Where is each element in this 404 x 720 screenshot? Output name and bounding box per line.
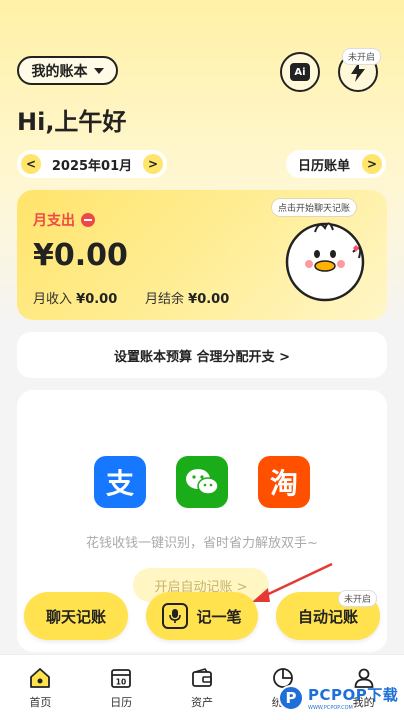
microphone-icon: [162, 603, 189, 629]
expense-label: 月支出: [33, 210, 95, 230]
wechat-icon: [176, 456, 228, 508]
svg-text:10: 10: [116, 677, 126, 686]
budget-setup-button[interactable]: 设置账本预算 合理分配开支 >: [17, 332, 387, 378]
caret-down-icon: [93, 67, 104, 74]
taobao-icon: 淘: [258, 456, 310, 508]
taobao-glyph: 淘: [269, 467, 298, 500]
chevron-right-icon: >: [362, 154, 382, 174]
auto-status-badge: 未开启: [342, 48, 382, 65]
balance-label: 月结余: [145, 292, 185, 307]
auto-record-status-badge: 未开启: [338, 590, 378, 607]
greeting-title: Hi,上午好: [17, 108, 127, 136]
calendar-bill-button[interactable]: 日历账单 >: [286, 150, 386, 178]
book-selector-button[interactable]: 我的账本: [17, 56, 118, 85]
prev-month-button[interactable]: <: [21, 154, 41, 174]
calendar-icon: 10: [111, 668, 132, 688]
alipay-glyph: 支: [105, 467, 134, 500]
home-icon: [30, 667, 51, 688]
nav-label-assets: 资产: [190, 695, 213, 709]
quick-record-label: 记一笔: [196, 607, 242, 626]
book-selector-label: 我的账本: [31, 63, 88, 80]
expense-label-text: 月支出: [33, 213, 75, 229]
monthly-stats-card[interactable]: 月支出 ¥0.00 月收入 ¥0.00 月结余 ¥0.00 点击开始聊天记账: [17, 190, 387, 320]
quick-record-button[interactable]: 记一笔: [146, 592, 258, 640]
nav-item-calendar[interactable]: 10 日历: [81, 655, 162, 720]
minus-icon: [81, 213, 95, 227]
watermark-text-group: PCPOP下载 WWW.PCPOP.COM: [308, 684, 398, 711]
month-switcher: < 2025年01月 >: [17, 150, 167, 178]
income-value: ¥0.00: [76, 292, 118, 307]
expense-amount: ¥0.00: [33, 238, 128, 273]
watermark-sub: WWW.PCPOP.COM: [308, 705, 353, 711]
nav-label-home: 首页: [29, 695, 52, 709]
calendar-bill-label: 日历账单: [298, 158, 351, 174]
duck-mascot-icon[interactable]: [279, 212, 371, 304]
income-stat: 月收入 ¥0.00: [33, 288, 117, 307]
auto-record-tagline: 花钱收钱一键识别，省时省力解放双手~: [86, 536, 318, 551]
current-month[interactable]: 2025年01月: [52, 155, 132, 174]
watermark-text: PCPOP下载: [308, 686, 399, 704]
nav-item-home[interactable]: 首页: [0, 655, 81, 720]
ai-icon: Ai: [290, 63, 310, 81]
nav-label-calendar: 日历: [110, 695, 133, 709]
wechat-bubbles-icon: [186, 469, 219, 495]
next-month-button[interactable]: >: [143, 154, 163, 174]
alipay-icon: 支: [94, 456, 146, 508]
wallet-icon: [192, 667, 212, 687]
chat-record-button[interactable]: 聊天记账: [24, 592, 128, 640]
income-label: 月收入: [33, 292, 73, 307]
nav-item-assets[interactable]: 资产: [162, 655, 243, 720]
ai-assistant-button[interactable]: Ai: [280, 52, 320, 92]
balance-value: ¥0.00: [188, 292, 230, 307]
pcpop-logo-icon: P: [278, 684, 304, 711]
balance-stat: 月结余 ¥0.00: [145, 288, 229, 307]
pcpop-watermark: P PCPOP下载 WWW.PCPOP.COM: [278, 684, 398, 711]
ai-icon-label: Ai: [294, 66, 306, 78]
